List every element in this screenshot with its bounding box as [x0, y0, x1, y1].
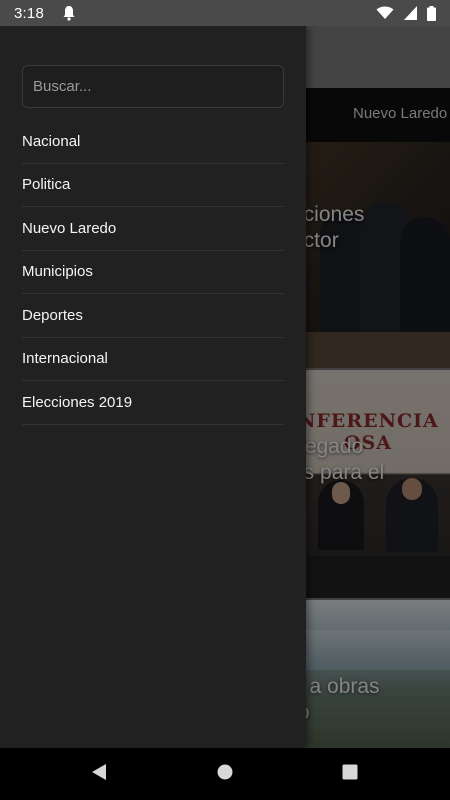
menu-item-municipios[interactable]: Municipios — [22, 251, 284, 294]
menu-item-politica[interactable]: Politica — [22, 164, 284, 207]
menu-item-deportes[interactable]: Deportes — [22, 294, 284, 338]
signal-icon — [404, 6, 417, 20]
home-icon[interactable] — [216, 762, 234, 782]
menu-item-internacional[interactable]: Internacional — [22, 338, 284, 381]
recent-apps-icon[interactable] — [341, 762, 359, 782]
back-icon[interactable] — [90, 762, 108, 782]
navigation-drawer: Buscar... Nacional Politica Nuevo Laredo… — [0, 26, 306, 748]
status-icons — [376, 5, 436, 21]
battery-icon — [427, 5, 436, 21]
wifi-icon — [376, 6, 394, 19]
drawer-menu: Nacional Politica Nuevo Laredo Municipio… — [22, 120, 284, 425]
menu-item-nacional[interactable]: Nacional — [22, 120, 284, 164]
status-time: 3:18 — [14, 4, 44, 22]
bell-icon — [63, 6, 75, 21]
menu-item-nuevo-laredo[interactable]: Nuevo Laredo — [22, 207, 284, 251]
system-nav-bar — [0, 748, 450, 800]
menu-item-elecciones-2019[interactable]: Elecciones 2019 — [22, 381, 284, 425]
search-input[interactable]: Buscar... — [22, 65, 284, 108]
status-bar: 3:18 — [0, 0, 450, 26]
